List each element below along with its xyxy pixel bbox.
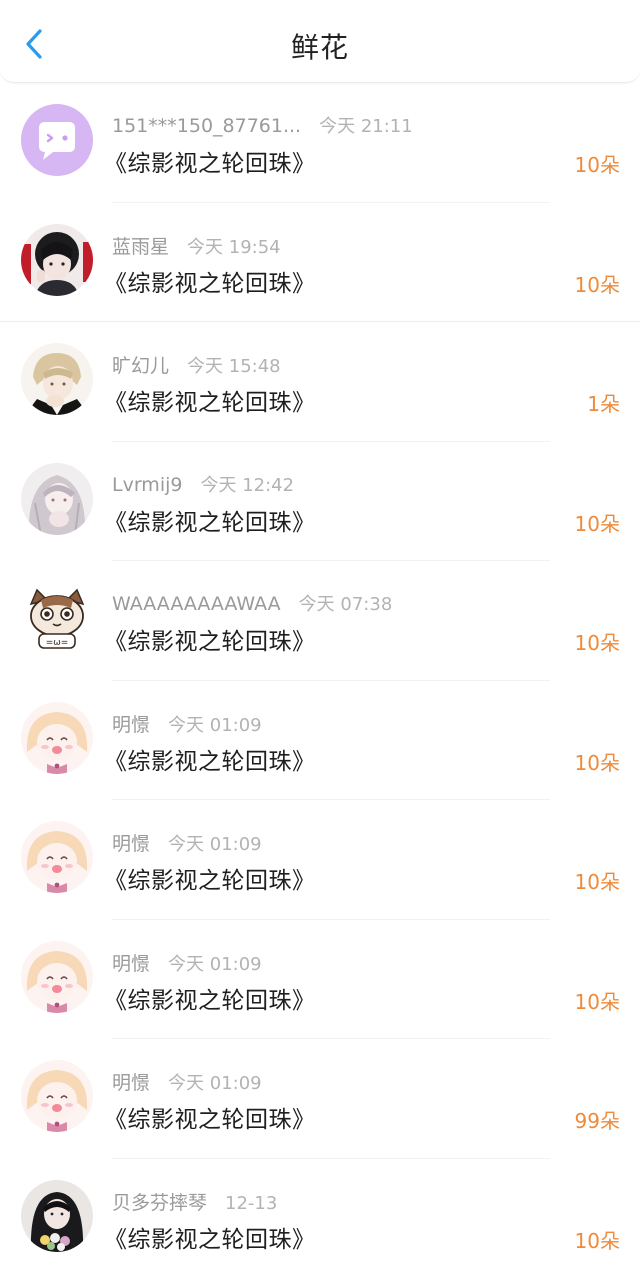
list-item[interactable]: 明憬 今天 01:09 《综影视之轮回珠》 99朵 <box>0 1039 640 1159</box>
list-item[interactable]: =ω= WAAAAAAAAWAA 今天 07:38 《综影视之轮回珠》 10朵 <box>0 561 640 681</box>
anime-girl-pink-avatar-icon <box>21 1060 93 1132</box>
username: 贝多芬摔琴 <box>112 1188 207 1215</box>
avatar[interactable] <box>21 1180 93 1252</box>
timestamp: 今天 01:09 <box>168 711 262 737</box>
username: 蓝雨星 <box>112 232 169 259</box>
avatar[interactable] <box>21 224 93 296</box>
book-title[interactable]: 《综影视之轮回珠》 <box>104 861 316 895</box>
username: 151***150_87761... <box>112 115 301 137</box>
purple-chat-bubble-avatar-icon <box>21 104 93 176</box>
username: 明憬 <box>112 949 150 976</box>
avatar[interactable] <box>21 821 93 893</box>
flower-count: 10朵 <box>575 866 620 895</box>
book-title[interactable]: 《综影视之轮回珠》 <box>104 742 316 776</box>
username: 明憬 <box>112 829 150 856</box>
flower-count: 10朵 <box>575 149 620 178</box>
anime-girl-pink-avatar-icon <box>21 941 93 1013</box>
anime-boy-blond-avatar-icon <box>21 343 93 415</box>
avatar[interactable] <box>21 1060 93 1132</box>
username: Lvrmij9 <box>112 474 182 496</box>
list-item[interactable]: 明憬 今天 01:09 《综影视之轮回珠》 10朵 <box>0 800 640 920</box>
flower-count: 10朵 <box>575 508 620 537</box>
flower-count: 1朵 <box>587 388 620 417</box>
book-title[interactable]: 《综影视之轮回珠》 <box>104 144 316 178</box>
page-title: 鲜花 <box>0 26 640 66</box>
book-title[interactable]: 《综影视之轮回珠》 <box>104 383 316 417</box>
list-item[interactable]: 旷幻儿 今天 15:48 《综影视之轮回珠》 1朵 <box>0 322 640 442</box>
avatar[interactable] <box>21 343 93 415</box>
anime-boy-dark-avatar-icon <box>21 224 93 296</box>
avatar[interactable] <box>21 941 93 1013</box>
timestamp: 今天 01:09 <box>168 1069 262 1095</box>
list-item[interactable]: 明憬 今天 01:09 《综影视之轮回珠》 10朵 <box>0 681 640 801</box>
timestamp: 今天 07:38 <box>299 590 393 616</box>
anime-girl-pink-avatar-icon <box>21 821 93 893</box>
cartoon-cat-avatar-icon: =ω= <box>21 582 93 654</box>
timestamp: 今天 15:48 <box>187 352 281 378</box>
username: WAAAAAAAAWAA <box>112 593 281 615</box>
timestamp: 12-13 <box>225 1193 277 1214</box>
anime-girl-pink-avatar-icon <box>21 702 93 774</box>
username: 明憬 <box>112 1068 150 1095</box>
timestamp: 今天 12:42 <box>200 471 294 497</box>
list-item[interactable]: 明憬 今天 01:09 《综影视之轮回珠》 10朵 <box>0 920 640 1040</box>
book-title[interactable]: 《综影视之轮回珠》 <box>104 622 316 656</box>
svg-text:=ω=: =ω= <box>46 638 69 648</box>
avatar[interactable]: =ω= <box>21 582 93 654</box>
timestamp: 今天 01:09 <box>168 950 262 976</box>
flower-count: 10朵 <box>575 269 620 298</box>
list-item[interactable]: Lvrmij9 今天 12:42 《综影视之轮回珠》 10朵 <box>0 442 640 562</box>
flower-count: 10朵 <box>575 986 620 1015</box>
flower-count: 99朵 <box>575 1105 620 1134</box>
avatar[interactable] <box>21 104 93 176</box>
avatar[interactable] <box>21 463 93 535</box>
flower-gift-list: 151***150_87761... 今天 21:11 《综影视之轮回珠》 10… <box>0 83 640 1278</box>
anime-girl-grey-avatar-icon <box>21 463 93 535</box>
username: 明憬 <box>112 710 150 737</box>
avatar[interactable] <box>21 702 93 774</box>
girl-bouquet-avatar-icon <box>21 1180 93 1252</box>
book-title[interactable]: 《综影视之轮回珠》 <box>104 1100 316 1134</box>
book-title[interactable]: 《综影视之轮回珠》 <box>104 1220 316 1254</box>
list-item[interactable]: 151***150_87761... 今天 21:11 《综影视之轮回珠》 10… <box>0 83 640 203</box>
timestamp: 今天 21:11 <box>319 112 413 138</box>
book-title[interactable]: 《综影视之轮回珠》 <box>104 264 316 298</box>
flower-count: 10朵 <box>575 627 620 656</box>
flower-count: 10朵 <box>575 1225 620 1254</box>
list-item[interactable]: 贝多芬摔琴 12-13 《综影视之轮回珠》 10朵 <box>0 1159 640 1278</box>
top-nav-bar: 鲜花 <box>0 0 640 83</box>
list-item[interactable]: 蓝雨星 今天 19:54 《综影视之轮回珠》 10朵 <box>0 203 640 323</box>
username: 旷幻儿 <box>112 351 169 378</box>
book-title[interactable]: 《综影视之轮回珠》 <box>104 503 316 537</box>
flower-count: 10朵 <box>575 747 620 776</box>
timestamp: 今天 19:54 <box>187 233 281 259</box>
book-title[interactable]: 《综影视之轮回珠》 <box>104 981 316 1015</box>
timestamp: 今天 01:09 <box>168 830 262 856</box>
